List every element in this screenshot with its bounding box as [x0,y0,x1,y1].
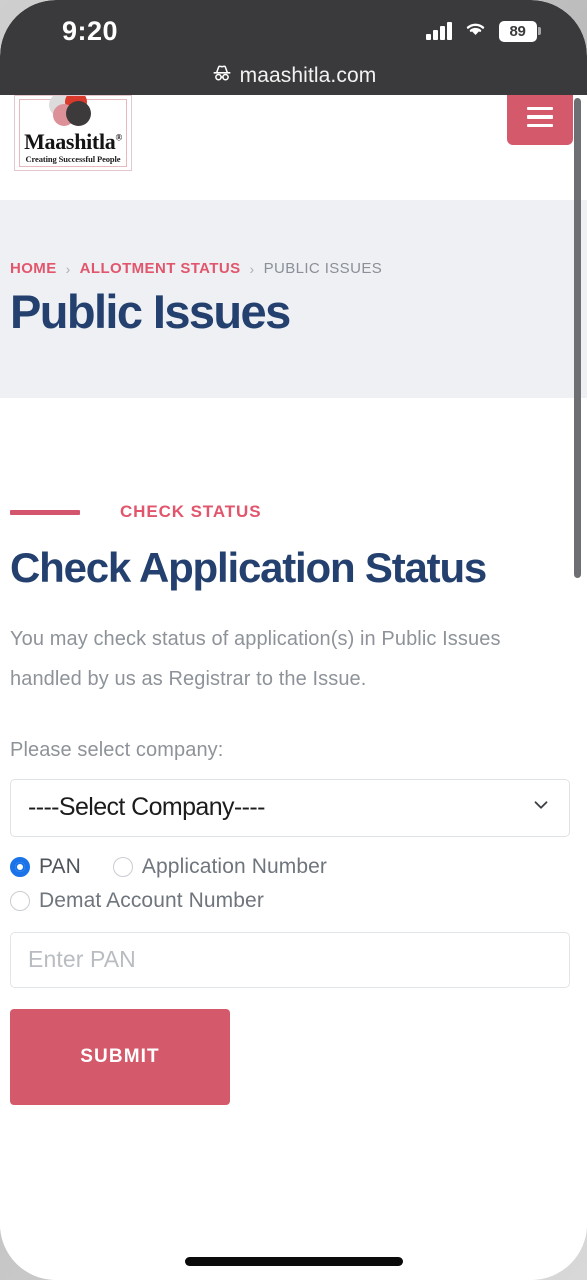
wifi-icon [463,19,488,43]
radio-row-second: Demat Account Number [10,889,577,913]
logo-trademark: ® [115,132,122,143]
company-select-label: Please select company: [10,738,224,761]
radio-row-first: PAN Application Number [10,855,577,879]
radio-label-pan: PAN [39,854,81,878]
page-scrollbar[interactable] [574,98,581,578]
logo-circles-icon [45,96,101,127]
cellular-signal-icon [426,22,452,40]
phone-screen: Maashitla® Creating Successful People HO… [0,0,587,1280]
incognito-icon [211,64,233,87]
battery-icon: 89 [498,20,541,42]
radio-mark-unselected-icon[interactable] [112,856,133,877]
status-bar-clock: 9:20 [62,16,119,46]
logo-name-text: Maashitla [24,129,116,154]
home-indicator[interactable] [184,1257,403,1266]
radio-mark-unselected-icon[interactable] [10,890,30,911]
breadcrumb: HOME › ALLOTMENT STATUS › PUBLIC ISSUES [10,260,382,277]
status-bar: 9:20 89 [0,0,587,56]
check-status-section: CHECK STATUS Check Application Status Yo… [0,398,587,1105]
hamburger-menu-button[interactable] [507,95,573,145]
radio-label-demat-account-number: Demat Account Number [39,888,264,912]
pan-input-field[interactable]: Enter PAN [10,931,570,988]
eyebrow-dash-icon [10,509,80,515]
page-title: Public Issues [10,285,291,338]
radio-option-demat-account-number[interactable]: Demat Account Number [10,889,264,913]
breadcrumb-separator-icon: › [65,260,71,277]
battery-percent-text: 89 [509,22,526,40]
submit-button[interactable]: SUBMIT [10,1008,230,1105]
breadcrumb-item-home[interactable]: HOME [10,260,57,277]
site-header: Maashitla® Creating Successful People [0,95,587,200]
section-heading: Check Application Status [10,544,487,591]
status-bar-indicators: 89 [426,19,541,43]
web-page-content: Maashitla® Creating Successful People HO… [0,95,587,1280]
hamburger-menu-icon [527,106,553,127]
section-description: You may check status of application(s) i… [10,627,501,690]
browser-url-bar[interactable]: maashitla.com [0,56,587,95]
chevron-down-icon [530,794,552,821]
logo-tagline: Creating Successful People [25,154,121,164]
breadcrumb-separator-icon: › [249,260,255,277]
breadcrumb-item-public-issues: PUBLIC ISSUES [263,260,383,277]
site-logo[interactable]: Maashitla® Creating Successful People [14,95,132,171]
company-select[interactable]: ----Select Company---- [10,778,570,837]
radio-label-application-number: Application Number [141,854,327,878]
page-banner: HOME › ALLOTMENT STATUS › PUBLIC ISSUES … [0,200,587,398]
radio-mark-selected-icon[interactable] [10,856,30,877]
company-select-value: ----Select Company---- [28,793,265,822]
pan-input-placeholder: Enter PAN [28,946,136,973]
browser-chrome: 9:20 89 maashitla.com [0,0,587,95]
identifier-type-radio-group[interactable]: PAN Application Number Demat Account Num… [10,855,577,913]
logo-name: Maashitla® [15,129,131,155]
radio-option-pan[interactable]: PAN [10,855,81,879]
eyebrow-label: CHECK STATUS [120,502,262,521]
url-text: maashitla.com [239,63,377,87]
breadcrumb-item-allotment-status[interactable]: ALLOTMENT STATUS [80,260,241,277]
phone-frame: Maashitla® Creating Successful People HO… [0,0,587,1280]
section-eyebrow: CHECK STATUS [10,398,577,522]
radio-option-application-number[interactable]: Application Number [112,854,327,879]
